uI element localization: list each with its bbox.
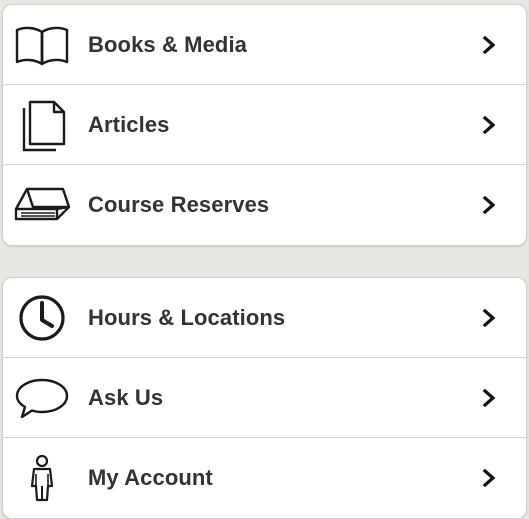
documents-icon <box>13 100 71 151</box>
open-book-icon <box>13 21 71 69</box>
menu-item-articles[interactable]: Articles <box>3 85 526 165</box>
chevron-right-icon <box>482 115 496 134</box>
menu-item-label: My Account <box>88 464 213 490</box>
menu-item-label: Hours & Locations <box>88 304 286 330</box>
chevron-right-icon <box>482 308 496 327</box>
person-icon <box>13 454 71 502</box>
clock-icon <box>13 294 71 342</box>
menu-item-hours-locations[interactable]: Hours & Locations <box>3 278 526 358</box>
menu-item-label: Course Reserves <box>88 191 270 217</box>
chevron-right-icon <box>482 388 496 407</box>
menu-item-my-account[interactable]: My Account <box>3 438 526 517</box>
menu-item-label: Books & Media <box>88 31 247 57</box>
menu-group-services: Hours & Locations Ask Us My Account <box>2 277 527 519</box>
menu-item-ask-us[interactable]: Ask Us <box>3 358 526 438</box>
menu-group-resources: Books & Media Articles Course Reserves <box>2 4 527 246</box>
menu-item-label: Articles <box>88 111 170 137</box>
menu-item-course-reserves[interactable]: Course Reserves <box>3 165 526 244</box>
menu-item-books-media[interactable]: Books & Media <box>3 5 526 85</box>
closed-book-icon <box>13 181 71 229</box>
menu-item-label: Ask Us <box>88 384 164 410</box>
chevron-right-icon <box>482 195 496 214</box>
speech-bubble-icon <box>13 374 71 422</box>
chevron-right-icon <box>482 35 496 54</box>
chevron-right-icon <box>482 468 496 487</box>
